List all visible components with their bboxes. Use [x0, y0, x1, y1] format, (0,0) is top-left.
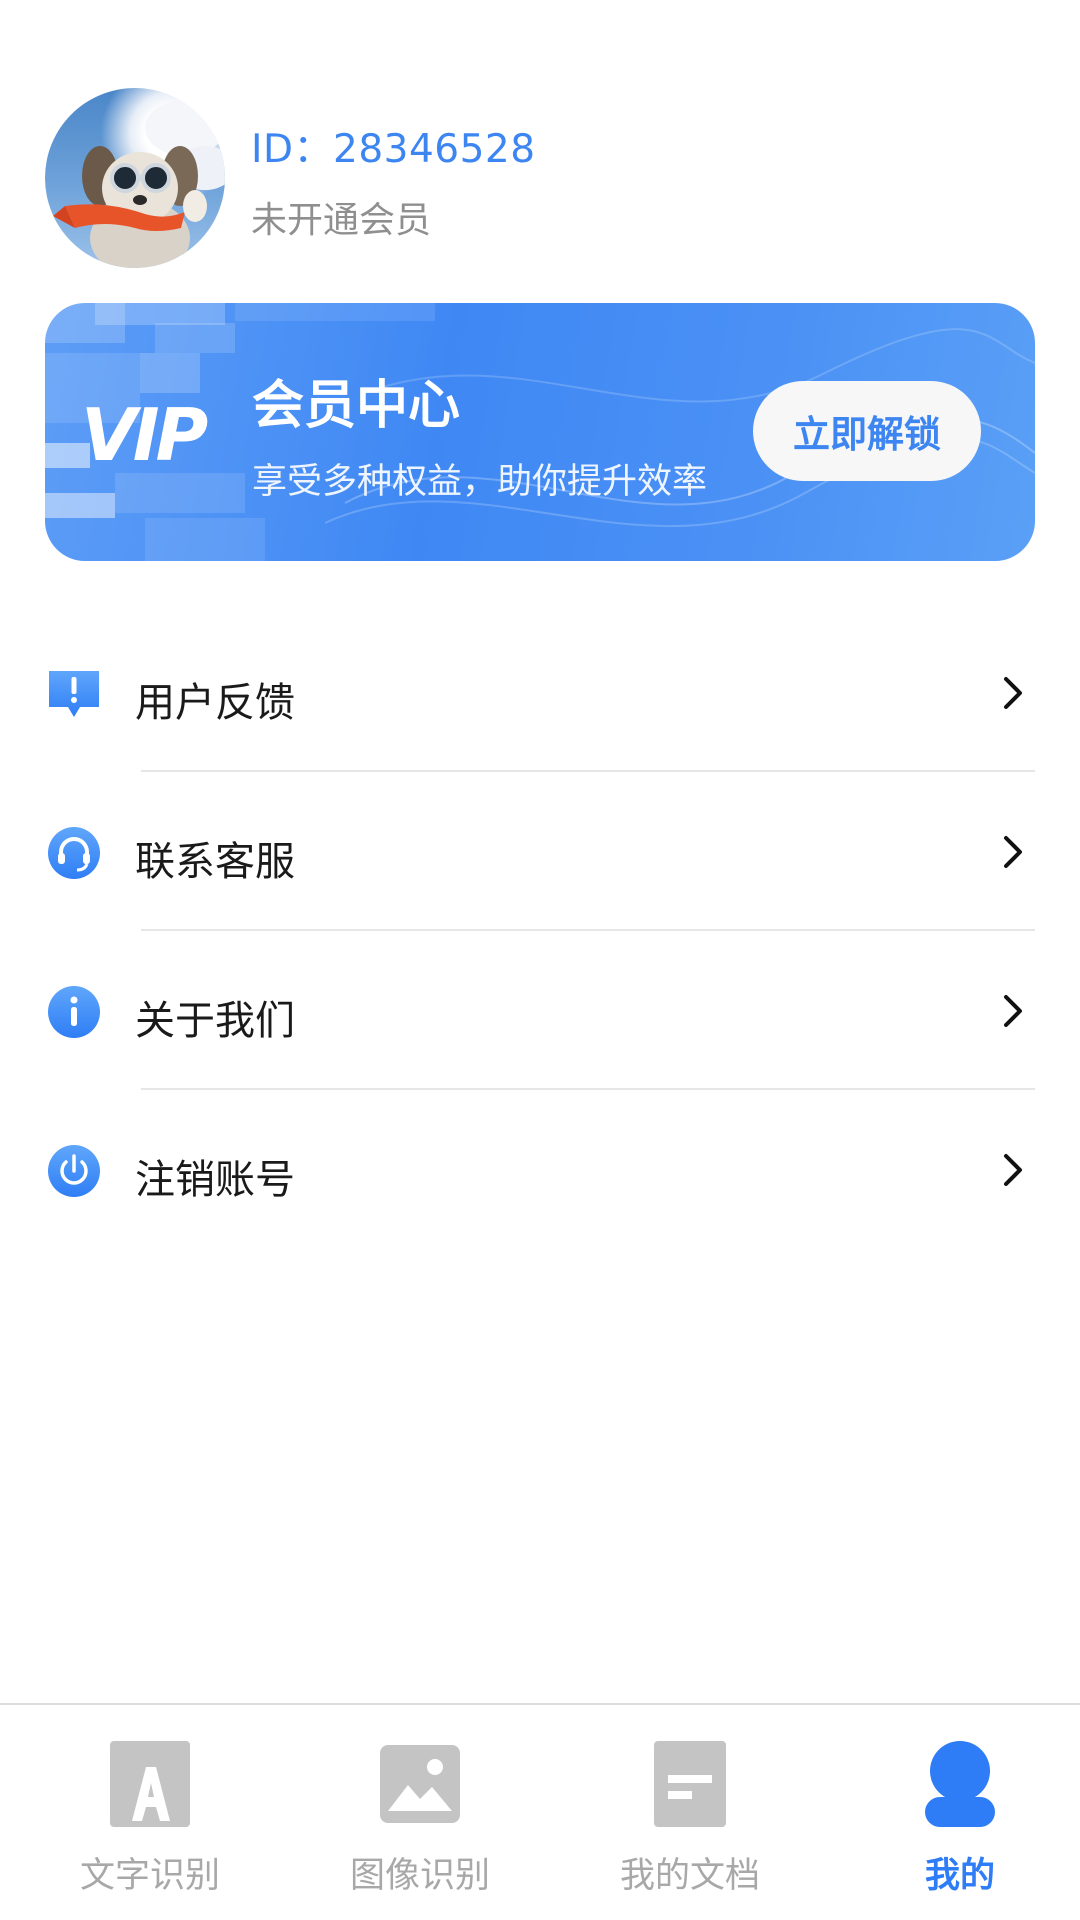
- menu-item-feedback[interactable]: 用户反馈: [0, 613, 1080, 772]
- chevron-right-icon: [1004, 995, 1022, 1027]
- profile-page: ID：28346528 未开通会员 VIP 会员中心 享受多种权益，助你提升效率…: [0, 0, 1080, 1920]
- avatar[interactable]: [45, 88, 225, 268]
- tab-me[interactable]: 我的: [825, 1705, 1080, 1920]
- vip-banner[interactable]: VIP 会员中心 享受多种权益，助你提升效率 立即解锁: [45, 303, 1035, 561]
- document-icon: [654, 1741, 726, 1827]
- menu-item-label: 注销账号: [135, 1157, 295, 1203]
- bottom-tab-bar: 文字识别 图像识别 我的文档 我的: [0, 1703, 1080, 1920]
- text-recognition-icon: [110, 1741, 190, 1827]
- tab-my-documents[interactable]: 我的文档: [555, 1705, 825, 1920]
- user-id: ID：28346528: [251, 127, 536, 172]
- settings-menu: 用户反馈 联系客服 关于我们 注销账号: [0, 613, 1080, 1249]
- vip-logo: VIP: [81, 393, 208, 477]
- menu-item-label: 用户反馈: [135, 680, 295, 726]
- user-icon: [925, 1741, 995, 1827]
- menu-item-label: 关于我们: [135, 998, 295, 1044]
- image-recognition-icon: [380, 1745, 460, 1823]
- menu-item-delete-account[interactable]: 注销账号: [0, 1090, 1080, 1249]
- unlock-vip-button[interactable]: 立即解锁: [753, 381, 981, 481]
- power-icon: [48, 1145, 100, 1197]
- tab-label: 我的文档: [619, 1856, 760, 1896]
- tab-label: 我的: [924, 1856, 995, 1896]
- menu-item-about-us[interactable]: 关于我们: [0, 931, 1080, 1090]
- profile-header: ID：28346528 未开通会员: [45, 88, 1035, 268]
- avatar-dog-image: [53, 100, 225, 268]
- tab-label: 文字识别: [79, 1856, 220, 1896]
- info-icon: [48, 986, 100, 1038]
- menu-item-label: 联系客服: [135, 839, 295, 885]
- headset-icon: [48, 827, 100, 879]
- tab-image-recognition[interactable]: 图像识别: [285, 1705, 555, 1920]
- chevron-right-icon: [1004, 1154, 1022, 1186]
- vip-title: 会员中心: [252, 376, 461, 436]
- tab-text-recognition[interactable]: 文字识别: [15, 1705, 285, 1920]
- chevron-right-icon: [1004, 677, 1022, 709]
- tab-label: 图像识别: [349, 1856, 490, 1896]
- feedback-icon: [49, 671, 99, 717]
- vip-subtitle: 享受多种权益，助你提升效率: [252, 462, 708, 502]
- chevron-right-icon: [1004, 836, 1022, 868]
- menu-item-contact-support[interactable]: 联系客服: [0, 772, 1080, 931]
- membership-status: 未开通会员: [251, 200, 432, 241]
